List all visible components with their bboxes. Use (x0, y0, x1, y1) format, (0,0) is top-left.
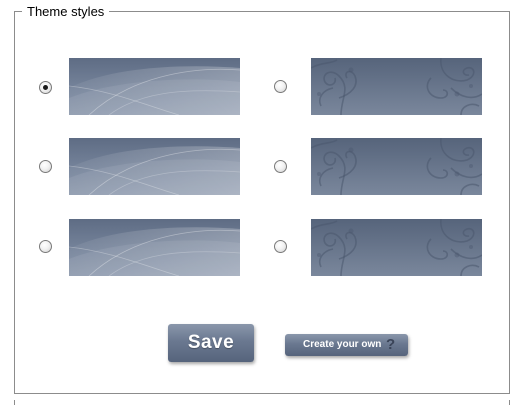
theme-radio-2[interactable] (274, 80, 287, 93)
theme-thumbnail-floral-2[interactable] (311, 138, 482, 195)
create-your-own-button[interactable]: Create your own ? (285, 334, 408, 356)
theme-thumbnail-waves-1[interactable] (69, 58, 240, 115)
theme-radio-1[interactable] (39, 81, 52, 94)
theme-thumbnail-waves-2[interactable] (69, 138, 240, 195)
theme-radio-4[interactable] (274, 160, 287, 173)
panel-edge-mark-right (509, 400, 510, 405)
panel-edge-mark-left (14, 400, 15, 405)
theme-styles-legend: Theme styles (22, 4, 110, 20)
save-button[interactable]: Save (168, 324, 254, 362)
theme-thumbnail-waves-3[interactable] (69, 219, 240, 276)
question-mark-icon: ? (386, 336, 396, 353)
theme-thumbnail-floral-3[interactable] (311, 219, 482, 276)
theme-radio-6[interactable] (274, 240, 287, 253)
create-your-own-label: Create your own (303, 339, 382, 350)
theme-radio-3[interactable] (39, 160, 52, 173)
theme-thumbnail-floral-1[interactable] (311, 58, 482, 115)
theme-radio-5[interactable] (39, 240, 52, 253)
radio-selected-dot (43, 85, 48, 90)
